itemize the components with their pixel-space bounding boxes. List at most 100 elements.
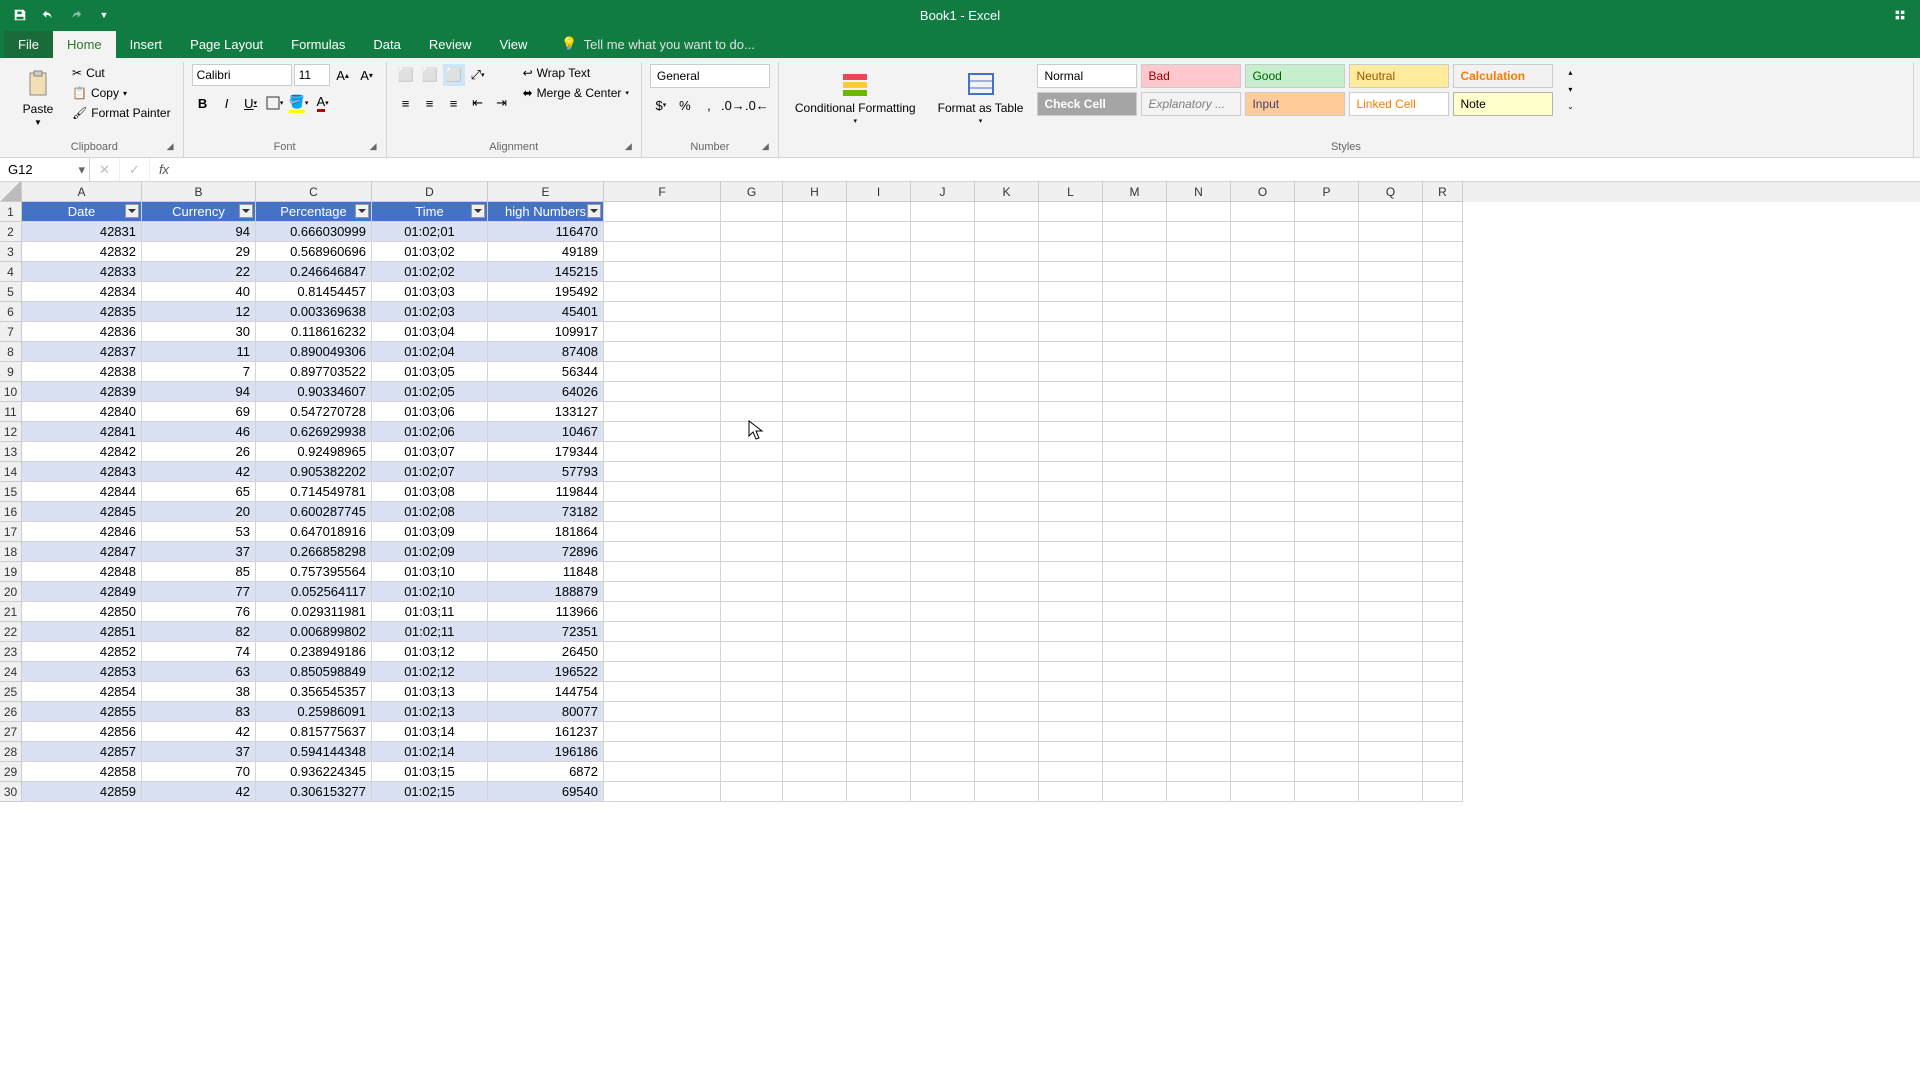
cell[interactable] xyxy=(783,262,847,282)
row-header-5[interactable]: 5 xyxy=(0,282,22,302)
cell[interactable] xyxy=(1295,222,1359,242)
cell[interactable] xyxy=(1423,442,1463,462)
cell[interactable] xyxy=(1359,502,1423,522)
cell[interactable]: 0.92498965 xyxy=(256,442,372,462)
cell[interactable] xyxy=(1103,362,1167,382)
cell[interactable] xyxy=(1103,762,1167,782)
cell[interactable] xyxy=(1423,202,1463,222)
cell[interactable] xyxy=(604,222,721,242)
cell[interactable]: 0.568960696 xyxy=(256,242,372,262)
clipboard-dialog-launcher[interactable]: ◢ xyxy=(167,141,181,155)
col-header-A[interactable]: A xyxy=(22,182,142,202)
cell[interactable] xyxy=(1039,722,1103,742)
cell[interactable] xyxy=(604,442,721,462)
cell[interactable]: 22 xyxy=(142,262,256,282)
cell[interactable] xyxy=(1167,202,1231,222)
cell[interactable] xyxy=(975,502,1039,522)
row-header-27[interactable]: 27 xyxy=(0,722,22,742)
cell[interactable] xyxy=(847,702,911,722)
styles-scroll-down[interactable]: ▾ xyxy=(1559,81,1581,97)
cell[interactable]: 01:02;02 xyxy=(372,262,488,282)
cell[interactable] xyxy=(1167,622,1231,642)
cell[interactable]: 85 xyxy=(142,562,256,582)
cell[interactable] xyxy=(1103,702,1167,722)
cell[interactable] xyxy=(1039,582,1103,602)
cell[interactable]: 11848 xyxy=(488,562,604,582)
cell[interactable] xyxy=(1231,722,1295,742)
cell[interactable]: 42 xyxy=(142,722,256,742)
cut-button[interactable]: ✂Cut xyxy=(68,64,175,82)
cell[interactable] xyxy=(783,542,847,562)
cell[interactable] xyxy=(783,342,847,362)
cell[interactable] xyxy=(783,722,847,742)
increase-indent-icon[interactable]: ⇥ xyxy=(491,92,513,114)
cell[interactable] xyxy=(975,562,1039,582)
cell[interactable] xyxy=(721,722,783,742)
col-header-C[interactable]: C xyxy=(256,182,372,202)
cell[interactable] xyxy=(1231,442,1295,462)
cell[interactable]: 0.306153277 xyxy=(256,782,372,802)
cell[interactable]: 01:03;07 xyxy=(372,442,488,462)
cell[interactable] xyxy=(1423,262,1463,282)
cell[interactable] xyxy=(847,742,911,762)
cell[interactable] xyxy=(604,722,721,742)
cell[interactable] xyxy=(1039,462,1103,482)
cell[interactable] xyxy=(1103,222,1167,242)
cell[interactable] xyxy=(1295,342,1359,362)
cell[interactable] xyxy=(1103,742,1167,762)
cell[interactable] xyxy=(847,282,911,302)
cell[interactable]: 83 xyxy=(142,702,256,722)
percent-format-icon[interactable]: % xyxy=(674,94,696,116)
cell[interactable] xyxy=(847,342,911,362)
cell[interactable] xyxy=(1231,482,1295,502)
styles-more[interactable]: ⌄ xyxy=(1559,98,1581,114)
cell[interactable] xyxy=(1423,362,1463,382)
cell[interactable] xyxy=(975,242,1039,262)
formula-enter-icon[interactable]: ✓ xyxy=(120,158,150,181)
cell[interactable]: 161237 xyxy=(488,722,604,742)
cell[interactable] xyxy=(1167,482,1231,502)
cell[interactable] xyxy=(1295,382,1359,402)
cell[interactable] xyxy=(1359,262,1423,282)
cell[interactable] xyxy=(783,362,847,382)
cell[interactable] xyxy=(721,322,783,342)
cell[interactable]: 42 xyxy=(142,462,256,482)
chevron-down-icon[interactable]: ▾ xyxy=(78,162,85,178)
tab-formulas[interactable]: Formulas xyxy=(277,31,359,58)
cell[interactable] xyxy=(1231,242,1295,262)
cell[interactable]: 01:02;06 xyxy=(372,422,488,442)
cell[interactable] xyxy=(1359,742,1423,762)
cell[interactable] xyxy=(1167,642,1231,662)
cell[interactable] xyxy=(1423,422,1463,442)
conditional-formatting-button[interactable]: Conditional Formatting▾ xyxy=(787,64,924,129)
cell[interactable]: 42855 xyxy=(22,702,142,722)
cell[interactable] xyxy=(604,602,721,622)
cell[interactable] xyxy=(1039,602,1103,622)
tab-page-layout[interactable]: Page Layout xyxy=(176,31,277,58)
cell[interactable] xyxy=(604,382,721,402)
cell[interactable]: 0.246646847 xyxy=(256,262,372,282)
style-normal[interactable]: Normal xyxy=(1037,64,1137,88)
cell[interactable] xyxy=(783,422,847,442)
cell[interactable] xyxy=(847,762,911,782)
cell[interactable] xyxy=(847,462,911,482)
cell[interactable] xyxy=(1231,582,1295,602)
cell[interactable]: 42838 xyxy=(22,362,142,382)
cell[interactable] xyxy=(975,322,1039,342)
tab-view[interactable]: View xyxy=(485,31,541,58)
cell[interactable] xyxy=(1359,702,1423,722)
save-icon[interactable] xyxy=(8,3,32,27)
cell[interactable] xyxy=(1103,582,1167,602)
row-header-26[interactable]: 26 xyxy=(0,702,22,722)
cell[interactable] xyxy=(1359,282,1423,302)
cell[interactable] xyxy=(911,782,975,802)
cell[interactable] xyxy=(1167,302,1231,322)
alignment-dialog-launcher[interactable]: ◢ xyxy=(625,141,639,155)
cell[interactable] xyxy=(783,662,847,682)
cell[interactable] xyxy=(604,662,721,682)
cell[interactable]: 01:03;10 xyxy=(372,562,488,582)
cell[interactable] xyxy=(847,442,911,462)
cell[interactable] xyxy=(1103,682,1167,702)
cell[interactable]: 113966 xyxy=(488,602,604,622)
cell[interactable] xyxy=(975,342,1039,362)
